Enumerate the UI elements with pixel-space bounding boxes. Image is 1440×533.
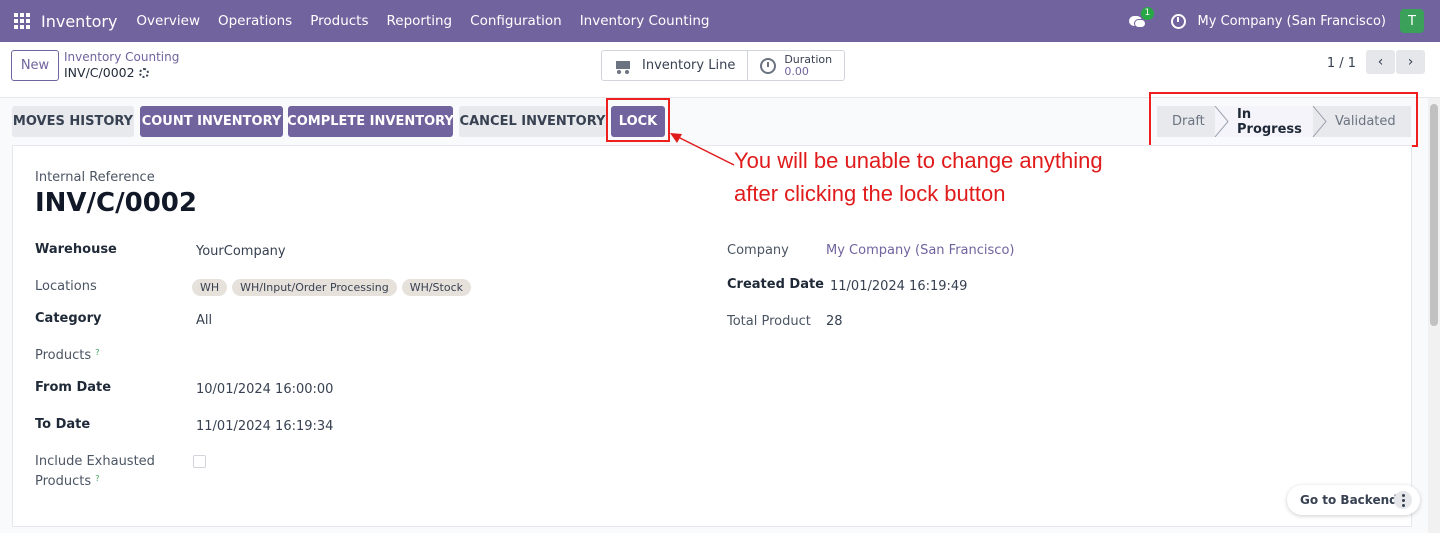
help-icon[interactable]: ? bbox=[95, 474, 99, 483]
menu-operations[interactable]: Operations bbox=[218, 13, 292, 29]
record-name[interactable]: INV/C/0002 bbox=[35, 188, 197, 218]
annotation-line-2: after clicking the lock button bbox=[734, 181, 1006, 206]
duration-value: 0.00 bbox=[784, 64, 809, 78]
cancel-inventory-button[interactable]: CANCEL INVENTORY bbox=[459, 106, 606, 137]
chat-badge: 1 bbox=[1140, 7, 1155, 20]
company-value[interactable]: My Company (San Francisco) bbox=[826, 243, 1014, 258]
location-tag[interactable]: WH/Stock bbox=[401, 279, 472, 296]
created-date-value: 11/01/2024 16:19:49 bbox=[830, 279, 968, 294]
category-value[interactable]: All bbox=[196, 313, 212, 328]
kebab-menu-icon[interactable] bbox=[1394, 491, 1412, 509]
timer-icon bbox=[760, 57, 777, 74]
internal-reference-label: Internal Reference bbox=[35, 170, 155, 185]
pager-next-button[interactable]: › bbox=[1396, 50, 1425, 74]
products-label: Products ? bbox=[35, 348, 100, 363]
to-date-label: To Date bbox=[35, 417, 91, 432]
gear-icon[interactable] bbox=[138, 67, 149, 78]
menu-overview[interactable]: Overview bbox=[136, 13, 200, 29]
scrollbar-thumb[interactable] bbox=[1430, 104, 1438, 326]
cart-icon bbox=[614, 59, 632, 74]
total-product-label: Total Product bbox=[727, 314, 811, 329]
go-to-backend-pill[interactable]: Go to Backend bbox=[1287, 485, 1420, 515]
total-product-value: 28 bbox=[826, 314, 843, 329]
page-scrollbar[interactable] bbox=[1428, 98, 1440, 533]
warehouse-value[interactable]: YourCompany bbox=[196, 244, 286, 259]
company-label: Company bbox=[727, 243, 789, 258]
include-exhausted-label-2-text: Products bbox=[35, 474, 92, 489]
menu-configuration[interactable]: Configuration bbox=[470, 13, 562, 29]
duration-button[interactable]: Duration 0.00 bbox=[748, 51, 844, 80]
new-button[interactable]: New bbox=[11, 50, 59, 81]
menu-reporting[interactable]: Reporting bbox=[387, 13, 453, 29]
apps-menu-icon[interactable] bbox=[14, 13, 30, 29]
chevron-left-icon: ‹ bbox=[1377, 54, 1384, 70]
created-date-label: Created Date bbox=[727, 277, 824, 292]
top-navbar: Inventory Overview Operations Products R… bbox=[0, 0, 1440, 42]
location-tag[interactable]: WH bbox=[192, 279, 228, 296]
count-inventory-button[interactable]: COUNT INVENTORY bbox=[140, 106, 283, 137]
breadcrumb-current: INV/C/0002 bbox=[64, 65, 149, 80]
chat-icon[interactable]: 1 bbox=[1128, 7, 1155, 29]
duration-label: Duration bbox=[784, 52, 833, 66]
moves-history-button[interactable]: MOVES HISTORY bbox=[12, 106, 134, 137]
from-date-label: From Date bbox=[35, 380, 112, 395]
chevron-right-icon: › bbox=[1407, 54, 1414, 70]
include-exhausted-label-2: Products ? bbox=[35, 474, 100, 489]
smart-buttons: Inventory Line Duration 0.00 bbox=[601, 50, 846, 81]
include-exhausted-checkbox[interactable] bbox=[193, 455, 206, 468]
form-sheet: Internal Reference INV/C/0002 Warehouse … bbox=[12, 145, 1412, 527]
from-date-value[interactable]: 10/01/2024 16:00:00 bbox=[196, 382, 333, 397]
inventory-line-button[interactable]: Inventory Line bbox=[602, 51, 749, 80]
pager-value[interactable]: 1 / 1 bbox=[1327, 56, 1356, 71]
locations-label: Locations bbox=[35, 279, 97, 294]
location-tag[interactable]: WH/Input/Order Processing bbox=[232, 279, 397, 296]
warehouse-label: Warehouse bbox=[35, 242, 117, 257]
menu-inventory-counting[interactable]: Inventory Counting bbox=[580, 13, 710, 29]
activity-clock-icon[interactable] bbox=[1170, 13, 1186, 29]
pager-prev-button[interactable]: ‹ bbox=[1366, 50, 1395, 74]
annotation-arrow bbox=[670, 133, 735, 166]
breadcrumb-current-label: INV/C/0002 bbox=[64, 65, 135, 80]
user-avatar[interactable]: T bbox=[1400, 9, 1424, 33]
status-highlight-box bbox=[1149, 92, 1418, 147]
annotation-line-1: You will be unable to change anything bbox=[734, 148, 1103, 173]
breadcrumb-parent[interactable]: Inventory Counting bbox=[64, 50, 179, 64]
control-panel: New Inventory Counting INV/C/0002 Invent… bbox=[0, 42, 1440, 98]
category-label: Category bbox=[35, 311, 102, 326]
help-icon[interactable]: ? bbox=[95, 348, 99, 357]
inventory-line-label: Inventory Line bbox=[642, 58, 736, 73]
products-label-text: Products bbox=[35, 348, 92, 363]
app-brand[interactable]: Inventory bbox=[41, 12, 117, 31]
include-exhausted-label-1: Include Exhausted bbox=[35, 454, 155, 469]
complete-inventory-button[interactable]: COMPLETE INVENTORY bbox=[287, 106, 454, 137]
lock-highlight-box bbox=[606, 98, 670, 142]
company-switcher[interactable]: My Company (San Francisco) bbox=[1198, 14, 1386, 29]
locations-tags[interactable]: WH WH/Input/Order Processing WH/Stock bbox=[192, 279, 476, 296]
go-to-backend-label: Go to Backend bbox=[1300, 493, 1398, 507]
to-date-value[interactable]: 11/01/2024 16:19:34 bbox=[196, 419, 333, 434]
menu-products[interactable]: Products bbox=[310, 13, 368, 29]
annotation-text: You will be unable to change anything af… bbox=[734, 144, 1103, 210]
